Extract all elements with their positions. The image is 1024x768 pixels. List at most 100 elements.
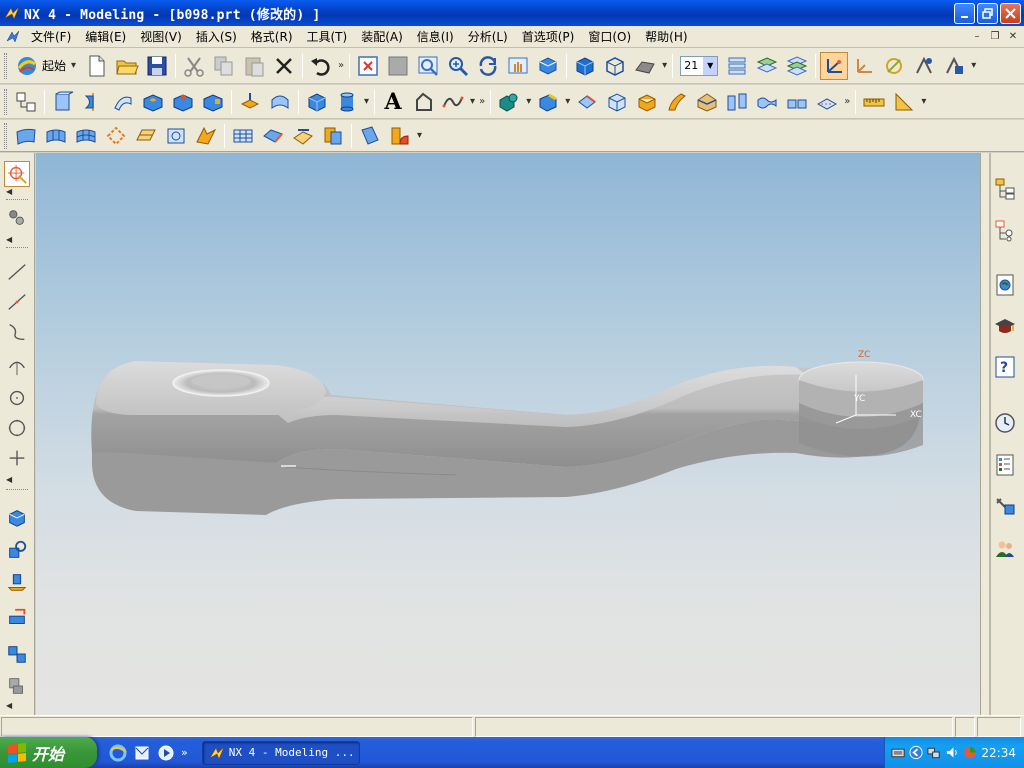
doc-close-button[interactable]: ✕ — [1006, 30, 1020, 43]
training-tab[interactable] — [991, 313, 1019, 341]
left-toolbar-arrow-icon[interactable]: ◀ — [6, 187, 12, 196]
dropdown-arrow-icon[interactable]: ▾ — [417, 130, 422, 141]
block-button[interactable] — [303, 88, 331, 116]
copy-button[interactable] — [210, 52, 238, 80]
web-browser-tab[interactable] — [991, 271, 1019, 299]
pocket-button[interactable] — [199, 88, 227, 116]
sew-button[interactable] — [813, 88, 841, 116]
measure-distance-button[interactable] — [860, 88, 888, 116]
replace-component-button[interactable] — [4, 605, 30, 631]
security-center-icon[interactable] — [963, 745, 977, 760]
face-blend-button[interactable] — [386, 122, 414, 150]
menu-window[interactable]: 窗口(O) — [581, 28, 638, 45]
extrude-button[interactable] — [49, 88, 77, 116]
revolve-button[interactable] — [79, 88, 107, 116]
media-player-icon[interactable] — [157, 744, 175, 762]
keyboard-icon[interactable] — [891, 745, 905, 760]
left-toolbar-arrow-icon[interactable]: ◀ — [6, 475, 12, 484]
datum-axis-button[interactable] — [266, 88, 294, 116]
from-point-cloud-button[interactable] — [102, 122, 130, 150]
toolbar-grip[interactable] — [4, 52, 7, 79]
cut-button[interactable] — [180, 52, 208, 80]
offset-face-button[interactable] — [663, 88, 691, 116]
offset-surface-button[interactable] — [229, 122, 257, 150]
rotate-button[interactable] — [474, 52, 502, 80]
internet-explorer-icon[interactable] — [109, 744, 127, 762]
graphics-window[interactable]: ZC YC XC — [36, 153, 980, 715]
menu-file[interactable]: 文件(F) — [24, 28, 78, 45]
dropdown-arrow-icon[interactable]: ▾ — [364, 96, 369, 107]
quick-launch-overflow-icon[interactable]: » — [181, 746, 188, 759]
wcs-origin-button[interactable] — [850, 52, 878, 80]
through-curve-mesh-button[interactable] — [72, 122, 100, 150]
open-file-button[interactable] — [113, 52, 141, 80]
toolbar-overflow-icon[interactable]: » — [844, 96, 850, 107]
bounded-plane-button[interactable] — [192, 122, 220, 150]
dropdown-arrow-icon[interactable]: ▾ — [662, 60, 667, 71]
start-menu-button[interactable]: 起始 ▾ — [11, 52, 82, 80]
toolbar-grip[interactable] — [4, 88, 7, 115]
circle-center-button[interactable] — [4, 385, 30, 411]
sweep-button[interactable] — [109, 88, 137, 116]
tray-expand-icon[interactable] — [909, 745, 923, 760]
minimize-button[interactable] — [954, 3, 975, 24]
assembly-navigator-button[interactable] — [4, 205, 30, 231]
menu-assembly[interactable]: 装配(A) — [354, 28, 410, 45]
pan-button[interactable] — [504, 52, 532, 80]
undo-button[interactable] — [307, 52, 335, 80]
toolbar-grip[interactable] — [4, 122, 7, 149]
line-by-points-button[interactable] — [4, 289, 30, 315]
dropdown-arrow-icon[interactable]: ▾ — [565, 96, 570, 107]
layer-category-button[interactable] — [783, 52, 811, 80]
assembly-navigator-tab[interactable] — [991, 175, 1019, 203]
datum-plane-button[interactable] — [236, 88, 264, 116]
trim-body-button[interactable] — [693, 88, 721, 116]
system-materials-tab[interactable] — [991, 451, 1019, 479]
toolbar-overflow-icon[interactable]: » — [479, 96, 485, 107]
cylinder-button[interactable] — [333, 88, 361, 116]
left-toolbar-arrow-icon[interactable]: ◀ — [6, 235, 12, 244]
dropdown-arrow-icon[interactable]: ▾ — [971, 60, 976, 71]
shaded-view-button[interactable] — [534, 52, 562, 80]
help-tab[interactable]: ? — [991, 353, 1019, 381]
point-button[interactable] — [4, 445, 30, 471]
mate-component-button[interactable] — [4, 537, 30, 563]
doc-restore-button[interactable]: ❐ — [988, 30, 1002, 43]
through-curves-button[interactable] — [42, 122, 70, 150]
toolbar-overflow-icon[interactable]: » — [338, 60, 344, 71]
network-icon[interactable] — [927, 745, 941, 760]
start-button[interactable]: 开始 — [0, 737, 97, 768]
arc-button[interactable] — [4, 319, 30, 345]
left-toolbar-arrow-icon[interactable]: ◀ — [6, 701, 12, 710]
layer-settings-button[interactable] — [723, 52, 751, 80]
line-button[interactable] — [4, 259, 30, 285]
doc-minimize-button[interactable]: – — [970, 30, 984, 43]
menu-preferences[interactable]: 首选项(P) — [515, 28, 582, 45]
wave-link-button[interactable] — [4, 641, 30, 667]
history-tab[interactable] — [991, 409, 1019, 437]
menu-edit[interactable]: 编辑(E) — [78, 28, 133, 45]
select-filter-button[interactable] — [4, 161, 30, 187]
shaded-button[interactable] — [571, 52, 599, 80]
spline-button[interactable] — [439, 88, 467, 116]
measure-angle-button[interactable] — [890, 88, 918, 116]
ruled-surface-button[interactable] — [12, 122, 40, 150]
process-studio-tab[interactable] — [991, 493, 1019, 521]
menu-information[interactable]: 信息(I) — [410, 28, 461, 45]
wcs-dynamics-button[interactable] — [820, 51, 849, 80]
sketch-button[interactable] — [12, 88, 40, 116]
component-array-button[interactable] — [4, 673, 30, 699]
menu-help[interactable]: 帮助(H) — [638, 28, 694, 45]
instance-button[interactable] — [783, 88, 811, 116]
outlook-express-icon[interactable] — [133, 744, 151, 762]
boss-button[interactable] — [169, 88, 197, 116]
add-component-button[interactable] — [4, 505, 30, 531]
extension-surface-button[interactable] — [259, 122, 287, 150]
roles-tab[interactable] — [991, 535, 1019, 563]
paste-button[interactable] — [240, 52, 268, 80]
shell-button[interactable] — [603, 88, 631, 116]
zoom-window-button[interactable] — [384, 52, 412, 80]
wcs-orient-button[interactable] — [910, 52, 938, 80]
menu-analysis[interactable]: 分析(L) — [461, 28, 515, 45]
menu-insert[interactable]: 插入(S) — [189, 28, 244, 45]
